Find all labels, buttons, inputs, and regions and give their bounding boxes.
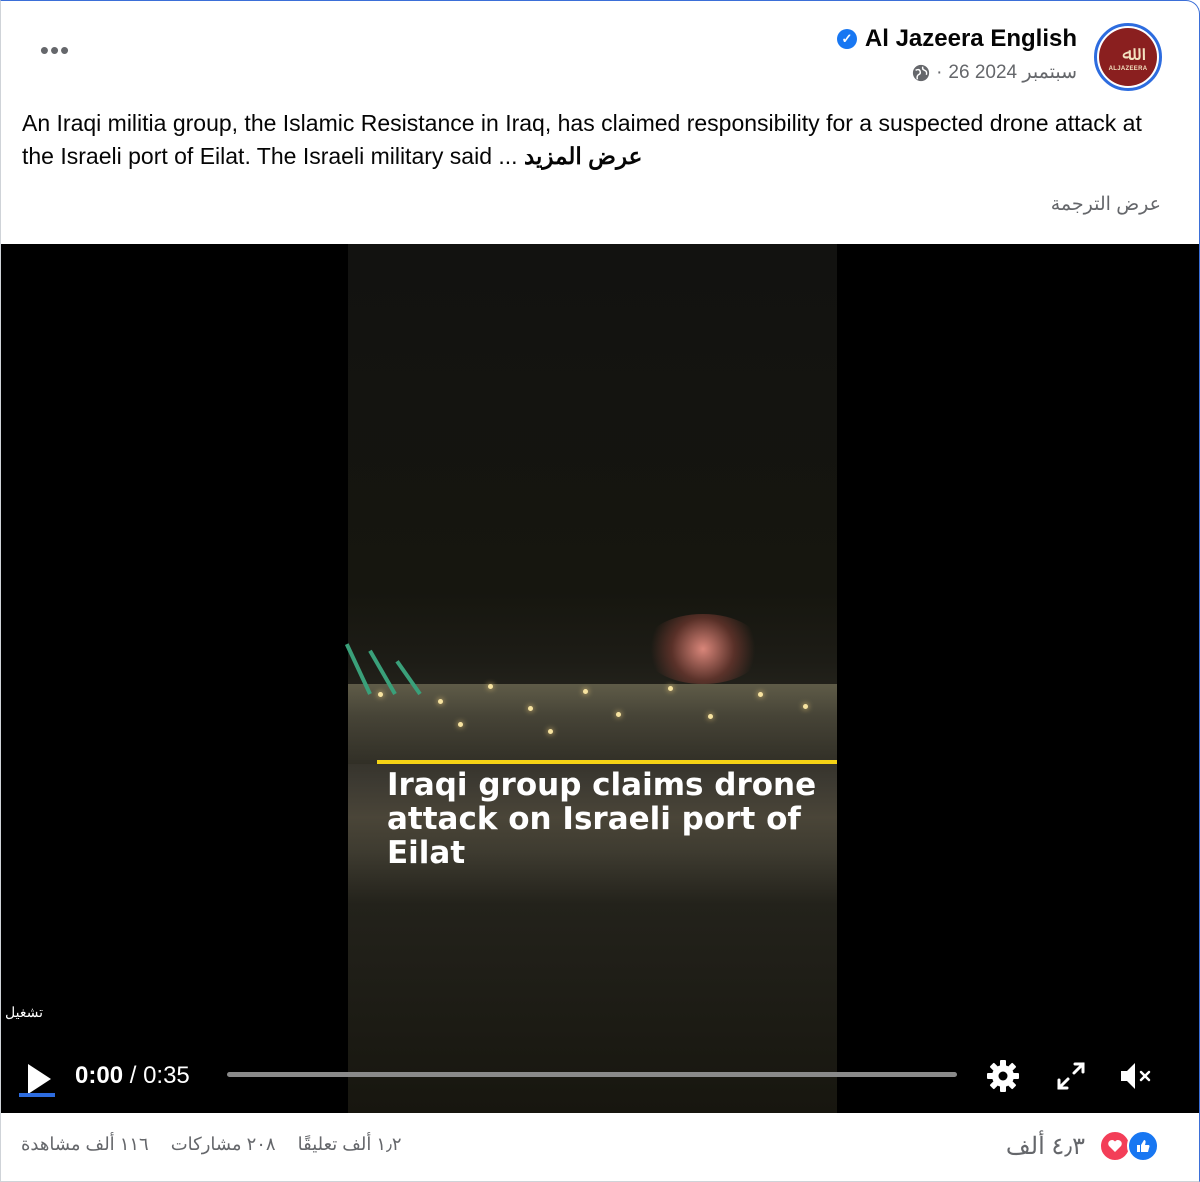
- muted-volume-icon[interactable]: [1117, 1058, 1153, 1094]
- video-player[interactable]: Iraqi group claims drone attack on Israe…: [1, 244, 1199, 1113]
- port-light: [528, 706, 533, 711]
- see-translation-link[interactable]: عرض الترجمة: [1051, 193, 1161, 216]
- port-light: [758, 692, 763, 697]
- port-light: [616, 712, 621, 717]
- settings-gear-icon[interactable]: [985, 1058, 1021, 1094]
- post-card: ••• ✓ Al Jazeera English · 26 سبتمبر 202…: [0, 0, 1200, 1182]
- reactions-summary[interactable]: ٤٫٣ ألف: [1006, 1130, 1159, 1162]
- page-name-link[interactable]: Al Jazeera English: [865, 25, 1077, 53]
- current-time: 0:00: [75, 1062, 124, 1089]
- page-avatar[interactable]: ﷲ ALJAZEERA: [1094, 23, 1162, 91]
- fullscreen-icon[interactable]: [1053, 1058, 1089, 1094]
- video-time: 0:00 / 0:35: [75, 1062, 190, 1089]
- see-more-link[interactable]: عرض المزيد: [524, 143, 642, 169]
- more-horizontal-icon: •••: [39, 35, 71, 65]
- views-count[interactable]: ١١٦ ألف مشاهدة: [21, 1134, 149, 1155]
- port-light: [378, 692, 383, 697]
- play-focus-indicator: [19, 1093, 55, 1097]
- more-options-button[interactable]: •••: [35, 37, 75, 69]
- port-light: [803, 704, 808, 709]
- verified-badge-icon: ✓: [836, 29, 857, 49]
- shares-count[interactable]: ٢٠٨ مشاركات: [171, 1134, 276, 1155]
- meta-separator: ·: [936, 61, 943, 83]
- engagement-stats: ١١٦ ألف مشاهدة ٢٠٨ مشاركات ١٫٢ ألف تعليق…: [21, 1134, 402, 1155]
- comments-count[interactable]: ١٫٢ ألف تعليقًا: [298, 1134, 402, 1155]
- like-reaction-icon: [1127, 1130, 1159, 1162]
- port-light: [583, 689, 588, 694]
- al-jazeera-logo-icon: ﷲ ALJAZEERA: [1099, 28, 1157, 86]
- globe-icon: [912, 64, 930, 81]
- reaction-count[interactable]: ٤٫٣ ألف: [1006, 1132, 1085, 1161]
- video-progress-bar[interactable]: [227, 1072, 957, 1077]
- page-name-row: ✓ Al Jazeera English: [836, 25, 1077, 53]
- post-meta: · 26 سبتمبر 2024: [912, 61, 1077, 84]
- post-caption: An Iraqi militia group, the Islamic Resi…: [22, 107, 1172, 173]
- port-shoreline: [348, 684, 837, 764]
- play-tooltip: تشغيل: [5, 1004, 43, 1020]
- port-light: [438, 699, 443, 704]
- post-footer: ١١٦ ألف مشاهدة ٢٠٨ مشاركات ١٫٢ ألف تعليق…: [1, 1114, 1199, 1181]
- port-light: [458, 722, 463, 727]
- duration: 0:35: [143, 1062, 190, 1089]
- video-controls: 0:00 / 0:35: [1, 1056, 1199, 1111]
- port-light: [708, 714, 713, 719]
- port-light: [488, 684, 493, 689]
- video-overlay-title: Iraqi group claims drone attack on Israe…: [387, 767, 817, 871]
- explosion-glow: [643, 614, 763, 684]
- port-light: [668, 686, 673, 691]
- port-light: [548, 729, 553, 734]
- post-date-link[interactable]: 26 سبتمبر 2024: [948, 61, 1077, 84]
- video-frame: [344, 244, 837, 1113]
- title-accent-bar: [377, 760, 837, 764]
